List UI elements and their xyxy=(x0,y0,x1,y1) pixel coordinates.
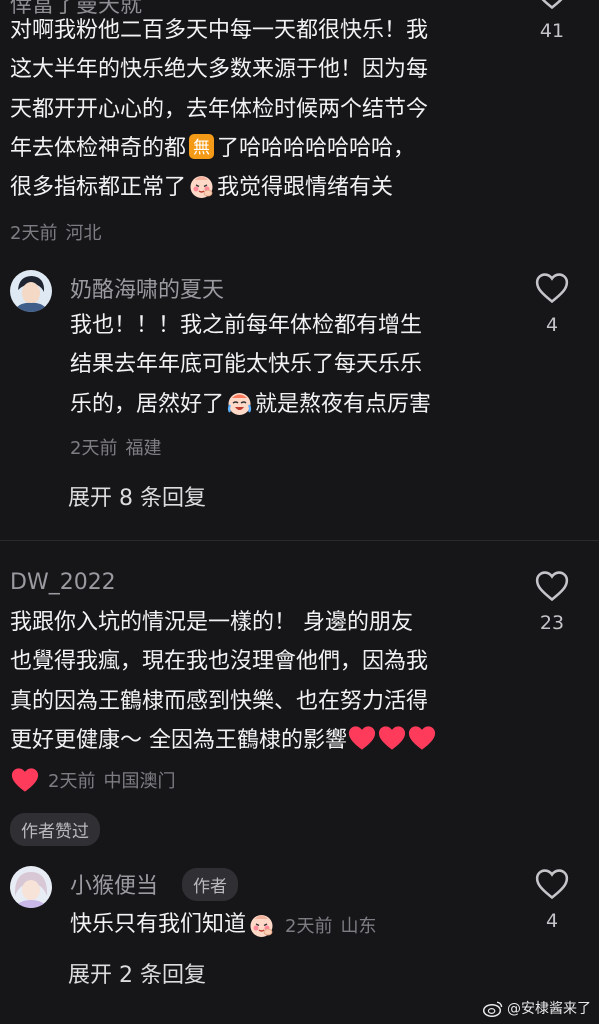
red-heart-emoji xyxy=(348,725,376,751)
reply-line: 结果去年年底可能太快乐了每天乐乐 xyxy=(70,352,423,378)
comment-line: 很多指标都正常了 我觉得跟情绪有关 xyxy=(10,168,428,207)
comment-meta: 2天前 中国澳门 xyxy=(48,767,175,793)
like-count: 41 xyxy=(539,20,565,42)
comment-line: 我跟你入坑的情況是一樣的！ 身邊的朋友 xyxy=(10,610,413,635)
reply-username[interactable]: 奶酪海啸的夏天 xyxy=(70,272,224,304)
comment-line: 天都开开心心的，去年体检时候两个结节今 xyxy=(10,96,429,122)
comment-meta: 2天前 河北 xyxy=(10,219,101,245)
reply-time: 2天前 xyxy=(70,438,118,459)
reply-meta: 2天前 福建 xyxy=(70,434,161,460)
red-heart-emoji xyxy=(11,767,39,793)
like-button[interactable] xyxy=(532,868,572,904)
comment-line: 年去体检神奇的都無了哈哈哈哈哈哈哈， xyxy=(10,129,428,168)
reply-username[interactable]: 小猴便当 xyxy=(70,868,158,900)
comment-time: 2天前 xyxy=(10,223,58,244)
none-emoji: 無 xyxy=(188,133,215,160)
comment-line: 真的因為王鶴棣而感到快樂、也在努力活得 xyxy=(10,688,429,714)
expand-replies-button[interactable]: 展开 8 条回复 xyxy=(68,480,206,512)
red-heart-emoji xyxy=(408,725,436,751)
comment-text: 我跟你入坑的情況是一樣的！ 身邊的朋友 也覺得我瘋，現在我也沒理會他們，因為我 … xyxy=(10,603,437,760)
avatar[interactable] xyxy=(10,866,52,908)
reply-text: 快乐只有我们知道 xyxy=(70,912,247,937)
comment-location: 河北 xyxy=(65,223,102,244)
like-button[interactable] xyxy=(532,272,572,308)
comment-line: 这大半年的快乐绝大多数来源于他！因为每 xyxy=(10,57,429,83)
comment-time: 2天前 xyxy=(48,771,96,792)
watermark-text: @安棣酱来了 xyxy=(507,1001,591,1017)
blush-face-emoji xyxy=(188,172,215,199)
weibo-logo-icon xyxy=(483,1001,503,1017)
comment-location: 中国澳门 xyxy=(103,771,176,792)
expand-replies-button[interactable]: 展开 2 条回复 xyxy=(68,957,206,989)
comment-line: 也覺得我瘋，現在我也沒理會他們，因為我 xyxy=(10,649,429,675)
heart-outline-icon xyxy=(535,571,569,602)
reply-line: 乐的，居然好了 就是熬夜有点厉害 xyxy=(70,385,431,424)
like-button[interactable] xyxy=(532,570,572,606)
reply-content-row: 快乐只有我们知道 2天前 山东 xyxy=(70,905,376,944)
reply-location: 福建 xyxy=(125,438,162,459)
like-button[interactable] xyxy=(532,0,572,14)
like-count: 4 xyxy=(545,314,559,336)
comment-username[interactable]: DW_2022 xyxy=(10,570,116,595)
like-count: 23 xyxy=(539,612,565,634)
comment-meta-row: 2天前 中国澳门 xyxy=(10,767,175,793)
comment-text: 对啊我粉他二百多天中每一天都很快乐！我 这大半年的快乐绝大多数来源于他！因为每 … xyxy=(10,11,428,207)
reply-location: 山东 xyxy=(340,915,377,937)
like-count: 4 xyxy=(545,910,559,932)
divider xyxy=(0,540,599,541)
reply-meta: 2天前 山东 xyxy=(285,912,376,938)
reply-line: 我也！！！我之前每年体检都有增生 xyxy=(70,313,423,338)
blush-face-emoji xyxy=(248,911,275,938)
comment-line: 更好更健康～ 全因為王鶴棣的影響 xyxy=(10,721,437,760)
heart-outline-icon xyxy=(541,0,563,10)
red-heart-emoji xyxy=(378,725,406,751)
comment-line: 对啊我粉他二百多天中每一天都很快乐！我 xyxy=(10,18,429,43)
svg-text:無: 無 xyxy=(193,138,210,158)
avatar[interactable] xyxy=(10,270,52,312)
author-badge: 作者 xyxy=(182,868,238,901)
watermark: @安棣酱来了 xyxy=(483,998,591,1018)
author-liked-badge: 作者赞过 xyxy=(10,813,100,846)
heart-outline-icon xyxy=(535,869,569,900)
reply-text: 我也！！！我之前每年体检都有增生 结果去年年底可能太快乐了每天乐乐 乐的，居然好… xyxy=(70,306,431,424)
heart-outline-icon xyxy=(535,273,569,304)
crying-laugh-emoji xyxy=(226,389,253,416)
reply-time: 2天前 xyxy=(285,915,333,937)
